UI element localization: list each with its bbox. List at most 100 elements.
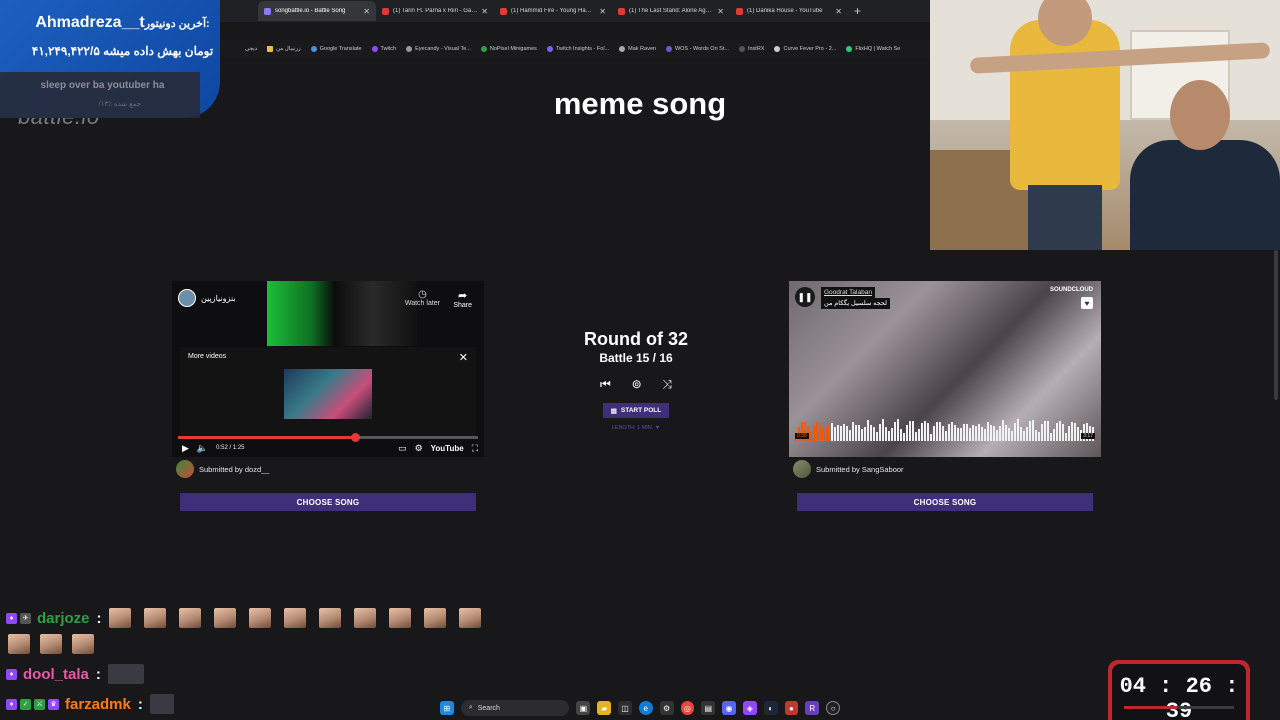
waveform-bar xyxy=(993,425,995,441)
waveform-bar xyxy=(1038,432,1040,441)
waveform-bar xyxy=(1011,430,1013,441)
steam-icon[interactable]: ◐ xyxy=(763,701,778,715)
volume-icon[interactable]: 🔈 xyxy=(197,443,208,454)
heart-icon[interactable]: ♥ xyxy=(1081,297,1093,309)
soundcloud-player[interactable]: ❚❚ Goodrat Talaban لحجه سلسیل یگکام من S… xyxy=(789,281,1101,457)
channel-info[interactable]: بنزونیازپین xyxy=(178,289,236,307)
chat-username[interactable]: darjoze xyxy=(37,610,90,627)
more-videos-label: More videos xyxy=(188,353,227,360)
obs-icon[interactable]: ○ xyxy=(826,701,841,715)
waveform-bar xyxy=(894,421,896,441)
youtube-player[interactable]: بنزونیازپین ◷ Watch later ➦ Share More vid… xyxy=(172,281,484,457)
download-icon[interactable]: ⊚ xyxy=(632,377,642,391)
browser-tab[interactable]: songbattle.io - Battle Song ✕ xyxy=(258,1,376,21)
waveform-bar xyxy=(897,419,899,441)
chat-message: ♦ ✈ darjoze : xyxy=(6,608,491,628)
close-icon[interactable]: ✕ xyxy=(363,7,370,16)
waveform-bar xyxy=(1068,425,1070,441)
bookmark-label: دیجی xyxy=(245,46,258,52)
app-icon[interactable]: ▤ xyxy=(701,701,716,715)
fullscreen-icon[interactable]: ⛶ xyxy=(472,443,478,454)
waveform-bar xyxy=(837,425,839,441)
prime-badge-icon: ♛ xyxy=(48,698,59,710)
task-view-icon[interactable]: ▣ xyxy=(576,701,591,715)
watch-later-label: Watch later xyxy=(404,300,440,307)
play-icon[interactable]: ▶ xyxy=(182,443,189,454)
choose-left-song-button[interactable]: CHOOSE SONG xyxy=(180,493,476,511)
submitter-label: Submitted by dozd__ xyxy=(199,464,270,474)
waveform-bar xyxy=(969,428,971,441)
bookmark[interactable]: InstRX xyxy=(738,46,764,52)
discord-icon[interactable]: ◉ xyxy=(722,701,736,715)
bookmark[interactable]: Curve Fever Pro - 2... xyxy=(774,46,836,52)
waveform-bar xyxy=(813,424,815,441)
donation-amount: ۴۱,۲۴۹,۴۲۲/۵ تومان بهش داده میشه xyxy=(31,44,214,58)
previous-battle-icon[interactable]: ⏮ xyxy=(600,377,611,392)
bookmark[interactable]: WOS - Words On St... xyxy=(665,46,729,52)
close-icon[interactable]: ✕ xyxy=(481,7,488,16)
close-icon[interactable]: ✕ xyxy=(459,351,468,364)
mod-badge-icon: ⚔ xyxy=(34,698,45,710)
poll-length-select[interactable]: LENGTH: 1 MIN. ▼ xyxy=(590,425,682,431)
bookmark-label: Eyecandy - Visual Te... xyxy=(415,46,471,52)
file-explorer-icon[interactable]: ▰ xyxy=(597,701,612,715)
bookmark[interactable]: FlixHQ | Watch Se xyxy=(846,46,900,52)
waveform-bar xyxy=(948,424,950,441)
timer-progress-fill xyxy=(1124,706,1177,709)
browser-tab[interactable]: (1) Hammid Fire - Young Hamm ✕ xyxy=(494,1,612,21)
pause-icon[interactable]: ❚❚ xyxy=(795,287,815,307)
streamer-legs xyxy=(1028,185,1102,250)
recorder-icon[interactable]: ● xyxy=(784,701,799,715)
suggested-video-thumbnail[interactable] xyxy=(284,369,372,419)
shuffle-icon[interactable]: ⤨ xyxy=(662,377,672,392)
settings-gear-icon[interactable]: ⚙ xyxy=(659,701,674,715)
settings-gear-icon[interactable]: ⚙ xyxy=(415,443,423,454)
windows-start-icon[interactable]: ⊞ xyxy=(440,701,454,715)
bookmark[interactable]: Eyecandy - Visual Te... xyxy=(406,46,471,52)
youtube-icon xyxy=(382,7,389,15)
waveform-bar xyxy=(930,434,932,441)
guest-figure xyxy=(1130,140,1280,250)
youtube-logo[interactable]: YouTube xyxy=(431,444,464,453)
emote-icon xyxy=(388,608,411,628)
r-app-icon[interactable]: R xyxy=(805,701,820,715)
captions-icon[interactable]: ▭ xyxy=(398,443,407,454)
bookmark[interactable]: NoPixel Minigames xyxy=(480,46,537,52)
track-title[interactable]: لحجه سلسیل یگکام من xyxy=(821,298,890,309)
store-icon[interactable]: ◫ xyxy=(618,701,632,715)
close-icon[interactable]: ✕ xyxy=(599,7,606,16)
soundcloud-logo[interactable]: SOUNDCLOUD xyxy=(1050,287,1093,293)
bookmark[interactable]: Twitch Insights - Fol... xyxy=(546,46,609,52)
waveform-bar xyxy=(936,422,938,441)
bookmark[interactable]: Twitch xyxy=(371,46,396,52)
waveform[interactable] xyxy=(795,417,1095,441)
bookmark[interactable]: زرنیبال من xyxy=(267,46,301,52)
watch-later-button[interactable]: ◷ Watch later xyxy=(405,289,440,307)
waveform-bar xyxy=(951,422,953,441)
bookmark[interactable]: Mak Raven xyxy=(619,46,656,52)
chrome-icon[interactable]: ◎ xyxy=(680,701,695,715)
twitch-icon[interactable]: ◈ xyxy=(742,701,757,715)
close-icon[interactable]: ✕ xyxy=(717,7,724,16)
page-scrollbar[interactable] xyxy=(1274,250,1278,400)
track-meta: Goodrat Talaban لحجه سلسیل یگکام من xyxy=(821,287,890,309)
browser-tab[interactable]: (1) Danika House - YouTube ✕ xyxy=(730,1,848,21)
browser-tab[interactable]: (1) The Last Stand: Alone Against A✕ xyxy=(612,1,730,21)
chat-username[interactable]: farzadmk xyxy=(65,696,131,713)
new-tab-button[interactable]: + xyxy=(854,4,861,18)
artist-link[interactable]: Goodrat Talaban xyxy=(821,287,875,298)
taskbar-search[interactable]: ⌕ Search xyxy=(460,700,570,716)
bookmark[interactable]: Google Translate xyxy=(310,46,362,52)
waveform-bar xyxy=(843,423,845,441)
close-icon[interactable]: ✕ xyxy=(835,7,842,16)
share-button[interactable]: ➦ Share xyxy=(453,289,472,309)
choose-right-song-button[interactable]: CHOOSE SONG xyxy=(797,493,1093,511)
start-poll-button[interactable]: ▤ START POLL xyxy=(603,403,669,418)
edge-icon[interactable]: e xyxy=(638,701,653,715)
browser-tab[interactable]: (1) Tarin Ft. Parna x Riiri - Gangs ✕ xyxy=(376,1,494,21)
waveform-bar xyxy=(903,432,905,441)
bookmark[interactable]: دیجی xyxy=(245,46,257,52)
chat-username[interactable]: dool_tala xyxy=(23,666,89,683)
video-progress-bar[interactable] xyxy=(178,433,478,442)
timer-face: 04 : 26 : 39 xyxy=(1112,664,1246,720)
